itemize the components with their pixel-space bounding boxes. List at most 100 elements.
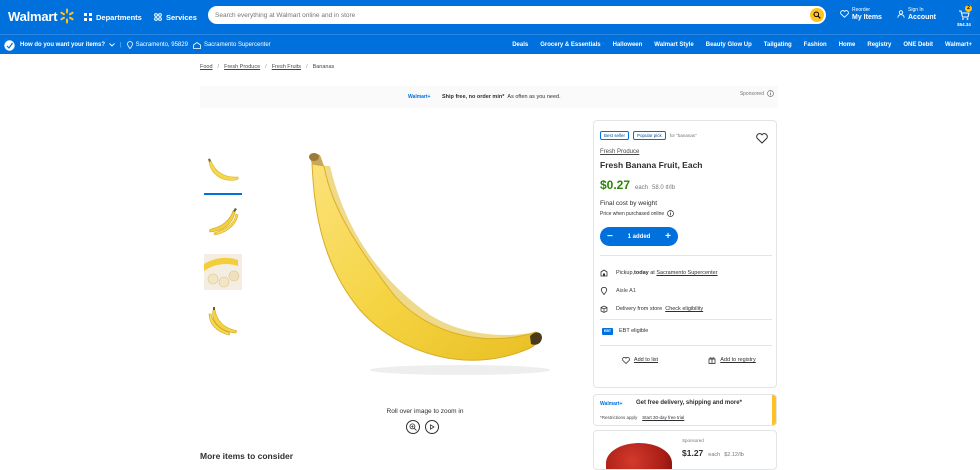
quantity-stepper: − 1 added + (600, 227, 678, 246)
breadcrumb-fresh-produce[interactable]: Fresh Produce (224, 64, 260, 70)
divider (600, 255, 772, 256)
promo-text: Ship free, no order min* As often as you… (442, 94, 561, 100)
pickup-row: Pickup, today at Sacramento Supercenter (600, 269, 718, 277)
global-header: Walmart Departments Services ReorderMy I… (0, 0, 980, 34)
banana-thumbnail-image (208, 158, 239, 181)
add-to-list-button[interactable]: Add to list (594, 353, 686, 367)
subnav-link-one-debit[interactable]: ONE Debit (903, 42, 933, 48)
delivery-prefix: Delivery from store (616, 306, 663, 312)
signin-big-label: Account (908, 14, 936, 21)
price-when-text: Price when purchased online (600, 210, 665, 217)
services-grid-icon (154, 13, 162, 21)
aisle-row: Aisle A1 (600, 287, 636, 295)
product-tags: Best seller Popular pick for "bananas" (600, 131, 697, 140)
reorder-link[interactable]: Reorder My Items (840, 7, 882, 21)
pickup-at: at (648, 270, 657, 276)
subnav-links: Deals Grocery & Essentials Halloween Wal… (500, 35, 972, 54)
unit-price: 58.0 ¢/lb (652, 185, 676, 191)
delivery-box-icon (600, 305, 608, 313)
search-input[interactable] (215, 11, 795, 19)
walmart-plus-restrictions: *Restrictions apply Start 30-day free tri… (600, 415, 684, 420)
zoom-hint: Roll over image to zoom in (386, 408, 464, 415)
pickup-icon (600, 269, 608, 277)
info-icon[interactable] (667, 210, 675, 217)
cart-button[interactable]: 2 $54.34 (953, 5, 975, 31)
breadcrumb: Food / Fresh Produce / Fresh Fruits / Banan… (200, 64, 334, 70)
aisle-text: Aisle A1 (616, 288, 636, 294)
secondary-nav: How do you want your items? | Sacramento… (0, 34, 980, 54)
price-block: $0.27 each 58.0 ¢/lb (600, 178, 675, 192)
price-each: each (635, 185, 649, 191)
add-to-list-label: Add to list (633, 357, 659, 363)
zoom-controls (406, 420, 444, 434)
subnav-link-grocery[interactable]: Grocery & Essentials (540, 42, 600, 48)
play-button[interactable] (425, 420, 439, 434)
product-info-card: Best seller Popular pick for "bananas" F… (593, 120, 777, 388)
increase-quantity-button[interactable]: + (665, 231, 671, 242)
walmart-logo[interactable]: Walmart (8, 6, 75, 26)
final-cost-note: Final cost by weight (600, 200, 658, 207)
logo-text: Walmart (8, 8, 58, 24)
thumbnail-list (204, 154, 244, 354)
category-link[interactable]: Fresh Produce (600, 149, 639, 155)
departments-button[interactable]: Departments (84, 9, 142, 25)
apple-product-image (606, 443, 672, 469)
search-bar (208, 6, 826, 24)
divider (600, 319, 772, 320)
subnav-link-halloween[interactable]: Halloween (613, 42, 643, 48)
sponsored-label[interactable]: Sponsored (740, 90, 774, 97)
play-icon (430, 424, 435, 430)
add-to-registry-label: Add to registry (720, 357, 756, 363)
cart-amount: $54.34 (957, 22, 971, 27)
breadcrumb-food[interactable]: Food (200, 64, 213, 70)
favorite-button[interactable] (756, 131, 768, 149)
location-pin-icon (600, 287, 608, 295)
free-trial-link[interactable]: Start 30-day free trial (642, 415, 684, 420)
best-seller-tag: Best seller (600, 131, 630, 140)
breadcrumb-separator: / (217, 64, 220, 70)
ebt-badge: EBT (602, 328, 613, 335)
check-eligibility-link[interactable]: Check eligibility (665, 306, 703, 312)
thumbnail-banana-bunch[interactable] (204, 204, 242, 240)
price-when-purchased: Price when purchased online (600, 210, 675, 217)
breadcrumb-fresh-fruits[interactable]: Fresh Fruits (272, 64, 301, 70)
banana-slices-thumbnail-image (204, 254, 242, 290)
services-button[interactable]: Services (154, 9, 197, 25)
subnav-link-registry[interactable]: Registry (867, 42, 891, 48)
thumbnail-single-banana[interactable] (204, 154, 242, 195)
location-pin-icon (126, 41, 133, 49)
quantity-label: 1 added (627, 233, 651, 240)
pickup-store-link[interactable]: Sacramento Supercenter (656, 270, 717, 276)
reorder-big-label: My Items (852, 14, 882, 21)
store-icon (193, 41, 201, 49)
search-button[interactable] (810, 8, 824, 22)
account-link[interactable]: Sign In Account (897, 7, 936, 21)
decrease-quantity-button[interactable]: − (607, 231, 613, 242)
thumbnail-banana-slices[interactable] (204, 254, 242, 290)
walmart-plus-promo-banner[interactable]: Walmart+ Ship free, no order min* As oft… (200, 86, 778, 108)
fulfillment-prompt: How do you want your items? (20, 42, 106, 48)
restrictions-text: *Restrictions apply (600, 415, 638, 420)
info-icon (767, 90, 774, 97)
fulfillment-selector[interactable]: How do you want your items? | Sacramento… (4, 39, 271, 51)
thumbnail-banana-pair[interactable] (204, 304, 242, 340)
subnav-link-tailgating[interactable]: Tailgating (764, 42, 792, 48)
popular-pick-tag: Popular pick (633, 131, 666, 140)
departments-label: Departments (96, 12, 142, 22)
signin-small-label: Sign In (908, 7, 924, 13)
subnav-link-deals[interactable]: Deals (512, 42, 528, 48)
main-product-image[interactable] (290, 140, 560, 390)
reorder-small-label: Reorder (852, 7, 871, 13)
user-icon (897, 10, 905, 18)
subnav-link-home[interactable]: Home (839, 42, 856, 48)
sponsored-product-card[interactable]: Sponsored $1.27 each $2.12/lb (593, 430, 777, 470)
location-text: Sacramento, 95829 (135, 42, 188, 48)
walmart-plus-card: Walmart+ Get free delivery, shipping and… (593, 394, 777, 426)
subnav-link-fashion[interactable]: Fashion (804, 42, 827, 48)
zoom-in-button[interactable] (406, 420, 420, 434)
subnav-link-style[interactable]: Walmart Style (654, 42, 693, 48)
subnav-link-walmart-plus[interactable]: Walmart+ (945, 42, 972, 48)
chevron-down-icon (109, 43, 115, 47)
add-to-registry-button[interactable]: Add to registry (686, 353, 778, 367)
subnav-link-beauty[interactable]: Beauty Glow Up (706, 42, 752, 48)
